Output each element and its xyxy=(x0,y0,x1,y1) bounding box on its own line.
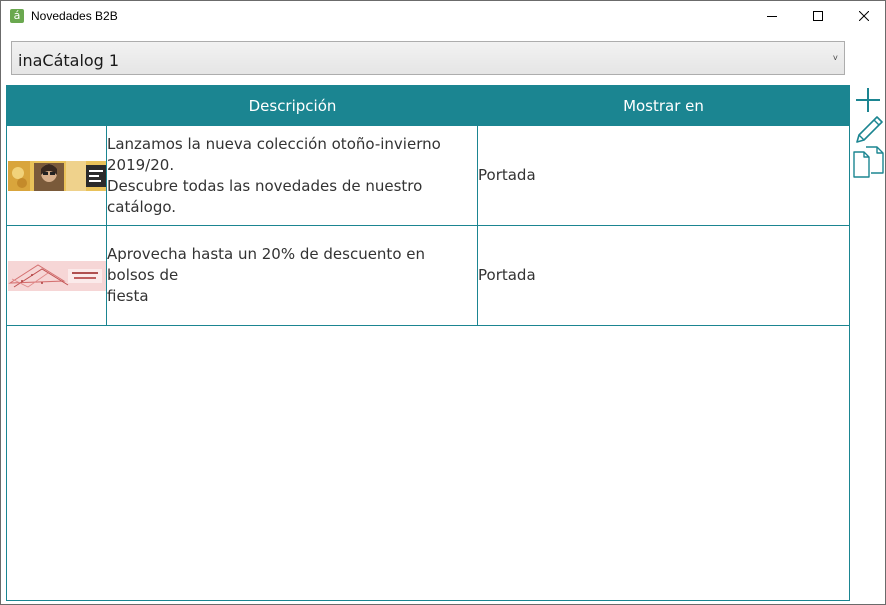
add-button[interactable] xyxy=(853,85,883,115)
show-in-cell: Portada xyxy=(478,166,536,184)
catalog-dropdown[interactable]: inaCátalog 1 ˅ xyxy=(11,41,845,75)
edit-icon xyxy=(856,116,883,143)
column-header-show-in[interactable]: Mostrar en xyxy=(478,86,849,126)
table-row[interactable]: Aprovecha hasta un 20% de descuento en b… xyxy=(7,226,849,326)
chevron-down-icon: ˅ xyxy=(832,53,838,63)
close-button[interactable] xyxy=(841,1,886,31)
catalog-dropdown-value: inaCátalog 1 xyxy=(18,51,120,70)
thumbnail-cell xyxy=(7,226,107,325)
minimize-button[interactable] xyxy=(749,1,795,31)
party-bags-discount-banner-image xyxy=(7,260,106,291)
news-table: Descripción Mostrar en Lanzamos la nueva… xyxy=(6,85,850,601)
table-row[interactable]: Lanzamos la nueva colección otoño-invier… xyxy=(7,126,849,226)
close-icon xyxy=(859,11,869,21)
thumbnail-cell xyxy=(7,126,107,225)
description-cell: Aprovecha hasta un 20% de descuento en b… xyxy=(107,226,478,325)
app-window: á Novedades B2B inaCátalog 1 ˅ Descripci… xyxy=(0,0,886,605)
window-title: Novedades B2B xyxy=(31,9,118,23)
table-header: Descripción Mostrar en xyxy=(7,86,849,126)
minimize-icon xyxy=(767,16,777,17)
maximize-icon xyxy=(813,11,823,21)
copy-icon xyxy=(853,146,884,178)
description-cell: Lanzamos la nueva colección otoño-invier… xyxy=(107,126,478,225)
autumn-collection-banner-image xyxy=(7,160,106,191)
column-header-description[interactable]: Descripción xyxy=(107,86,478,126)
edit-button[interactable] xyxy=(853,115,883,145)
show-in-cell: Portada xyxy=(478,266,536,284)
title-bar[interactable]: á Novedades B2B xyxy=(1,1,885,31)
add-icon xyxy=(856,88,880,112)
app-logo-icon: á xyxy=(10,9,24,23)
copy-button[interactable] xyxy=(853,146,884,178)
maximize-button[interactable] xyxy=(795,1,841,31)
